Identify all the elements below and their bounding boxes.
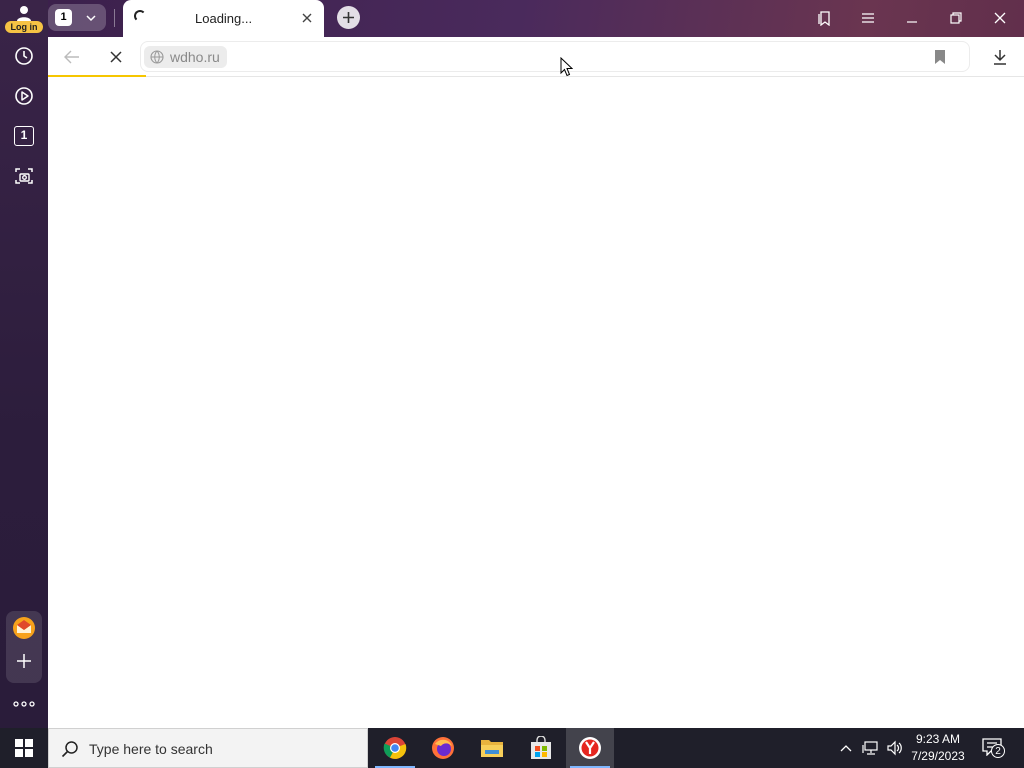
restore-icon bbox=[950, 12, 962, 24]
bookmark-icon[interactable] bbox=[932, 49, 948, 65]
new-tab-button[interactable] bbox=[337, 6, 360, 29]
login-label: Log in bbox=[5, 21, 43, 33]
download-icon bbox=[994, 50, 1006, 65]
taskbar-app-yandex-browser[interactable] bbox=[566, 728, 614, 768]
chevron-down-icon bbox=[86, 15, 96, 22]
network-button[interactable] bbox=[861, 738, 881, 758]
search-placeholder: Type here to search bbox=[89, 741, 213, 757]
tab-title: Loading... bbox=[195, 11, 253, 26]
store-bag-icon bbox=[531, 736, 551, 759]
taskbar-app-firefox[interactable] bbox=[419, 728, 467, 768]
hamburger-icon bbox=[862, 13, 874, 23]
sidebar: Log in 1 bbox=[0, 0, 48, 728]
downloads-button[interactable] bbox=[986, 43, 1014, 71]
stop-loading-button[interactable] bbox=[102, 43, 130, 71]
speaker-icon bbox=[887, 740, 902, 756]
show-hidden-icons-button[interactable] bbox=[836, 738, 856, 758]
address-bar[interactable]: wdho.ru bbox=[140, 41, 970, 72]
mouse-cursor-icon bbox=[560, 57, 573, 77]
plus-icon bbox=[343, 12, 354, 23]
collections-button[interactable] bbox=[804, 4, 844, 32]
page-content bbox=[48, 77, 1024, 728]
chevron-up-icon bbox=[840, 745, 852, 752]
taskbar-app-chrome[interactable] bbox=[371, 728, 419, 768]
yandex-browser-icon bbox=[579, 737, 601, 759]
network-icon bbox=[862, 741, 878, 755]
tab-count: 1 bbox=[60, 11, 67, 23]
bookmarks-icon bbox=[818, 11, 830, 26]
plus-icon bbox=[17, 654, 31, 668]
loading-spinner-icon bbox=[134, 10, 146, 22]
login-button[interactable]: Log in bbox=[4, 2, 44, 33]
close-icon bbox=[110, 51, 122, 63]
start-button[interactable] bbox=[0, 728, 48, 768]
tab-count-badge: 1 bbox=[55, 9, 72, 26]
chrome-icon bbox=[383, 737, 407, 759]
notification-count: 2 bbox=[991, 744, 1005, 758]
history-button[interactable] bbox=[0, 36, 48, 76]
minimize-button[interactable] bbox=[892, 4, 932, 32]
taskbar-app-file-explorer[interactable] bbox=[468, 728, 516, 768]
taskbar: Type here to search 9:23 AM 7/29/2023 2 bbox=[0, 728, 1024, 768]
tabs-panel-button[interactable]: 1 bbox=[0, 116, 48, 156]
search-icon bbox=[61, 741, 78, 758]
dots-icon bbox=[13, 701, 35, 707]
clock-icon bbox=[15, 47, 33, 65]
camera-icon bbox=[15, 168, 33, 184]
system-clock[interactable]: 9:23 AM 7/29/2023 bbox=[905, 731, 971, 765]
tab-active[interactable]: Loading... bbox=[123, 0, 324, 37]
clock-time: 9:23 AM bbox=[915, 732, 961, 746]
restore-button[interactable] bbox=[936, 4, 976, 32]
clock-date: 7/29/2023 bbox=[911, 749, 965, 763]
close-tab-icon[interactable] bbox=[299, 10, 315, 26]
folder-icon bbox=[481, 740, 503, 757]
globe-icon bbox=[150, 50, 164, 64]
windows-logo-icon bbox=[15, 739, 33, 757]
screenshot-button[interactable] bbox=[0, 156, 48, 196]
url-text: wdho.ru bbox=[170, 49, 220, 65]
tab-switcher[interactable]: 1 bbox=[48, 4, 106, 31]
browser-toolbar: wdho.ru bbox=[48, 37, 1024, 78]
tabs-panel-count: 1 bbox=[20, 128, 28, 142]
close-icon bbox=[994, 12, 1006, 24]
user-avatar-icon bbox=[17, 6, 31, 21]
tab-separator bbox=[114, 9, 115, 27]
play-icon bbox=[15, 87, 33, 105]
firefox-icon bbox=[432, 737, 454, 759]
taskbar-app-microsoft-store[interactable] bbox=[517, 728, 565, 768]
envelope-icon bbox=[13, 617, 35, 639]
arrow-left-icon bbox=[64, 50, 79, 64]
square-one-icon: 1 bbox=[14, 126, 34, 146]
close-window-button[interactable] bbox=[980, 4, 1020, 32]
minimize-icon bbox=[907, 21, 917, 23]
more-button[interactable] bbox=[0, 684, 48, 724]
notification-center-button[interactable]: 2 bbox=[980, 736, 1008, 760]
taskbar-search-input[interactable]: Type here to search bbox=[48, 728, 368, 768]
back-button[interactable] bbox=[58, 43, 86, 71]
volume-button[interactable] bbox=[885, 738, 905, 758]
menu-button[interactable] bbox=[848, 4, 888, 32]
url-chip[interactable]: wdho.ru bbox=[144, 46, 227, 68]
video-button[interactable] bbox=[0, 76, 48, 116]
add-panel-button[interactable] bbox=[0, 641, 48, 681]
